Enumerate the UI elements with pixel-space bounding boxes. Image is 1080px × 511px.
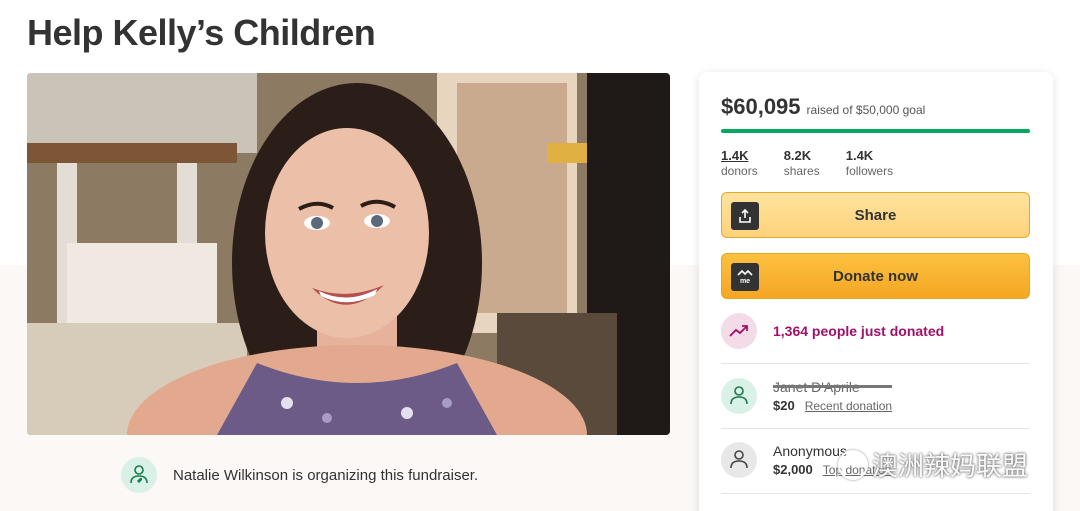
donor-heart-person-icon [721,442,757,478]
amount-raised: $60,095 [721,94,801,119]
stat-value: 8.2K [783,148,812,163]
organizer-heart-person-icon [121,457,157,493]
hero-image [27,73,670,435]
share-upload-icon [731,202,759,230]
progress-fill [721,129,1030,133]
stat-value: 1.4K [845,148,874,163]
stat-value[interactable]: 1.4K [721,148,758,163]
organizer-text: Natalie Wilkinson is organizing this fun… [173,466,479,484]
goal-text: raised of $50,000 goal [806,103,926,117]
trending-up-icon [721,313,757,349]
amount-row: $60,095 raised of $50,000 goal [721,94,925,120]
svg-text:me: me [740,278,750,285]
progress-bar [721,129,1030,133]
trend-row: 1,364 people just donated [721,313,1030,349]
share-label: Share [854,206,897,224]
gofundme-logo-icon: me [731,263,759,291]
stat-label: donors [721,164,758,178]
donation-tag-link[interactable]: Recent donation [805,399,892,413]
donation-item: Janet D'Aprile $20 Recent donation [721,378,1030,414]
page-title: Help Kelly’s Children [27,12,376,53]
stat-label: shares [783,164,820,178]
stat-shares: 8.2K shares [784,148,820,178]
stat-label: followers [845,164,894,178]
watermark: 澳洲辣妈联盟 [838,446,1028,483]
watermark-text: 澳洲辣妈联盟 [872,451,1029,481]
watermark-logo-icon [838,449,868,480]
donation-amount: $20 [773,398,795,413]
share-button[interactable]: Share [721,192,1030,238]
stat-followers: 1.4K followers [846,148,893,178]
donate-label: Donate now [833,267,918,285]
donor-heart-person-icon [721,378,757,414]
divider [721,363,1030,364]
donate-now-button[interactable]: me Donate now [721,253,1030,299]
divider [721,428,1030,429]
divider [721,493,1030,494]
organizer-row: Natalie Wilkinson is organizing this fun… [121,457,478,493]
trend-text: 1,364 people just donated [773,323,945,339]
stats-row: 1.4K donors 8.2K shares 1.4K followers [721,148,893,178]
stat-donors[interactable]: 1.4K donors [721,148,758,178]
donor-name: Janet D'Aprile [773,379,893,395]
donation-amount: $2,000 [773,462,813,477]
